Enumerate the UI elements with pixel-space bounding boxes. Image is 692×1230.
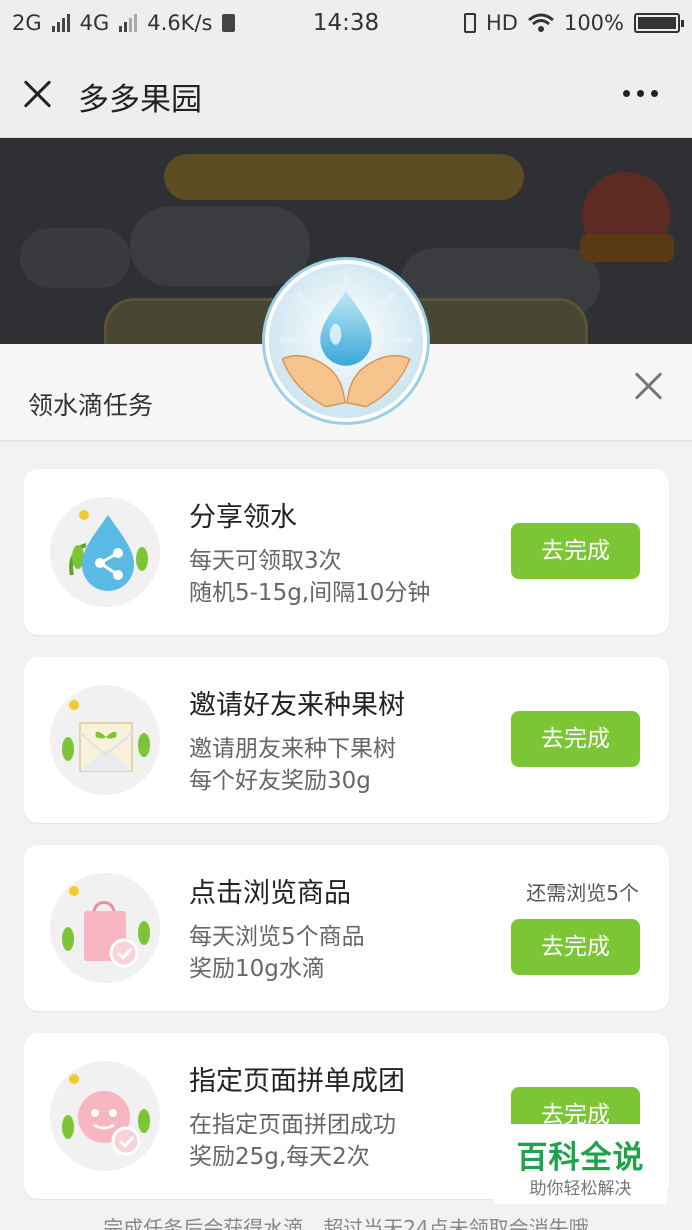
task-card: 邀请好友来种果树 邀请朋友来种下果树 每个好友奖励30g 去完成: [24, 657, 669, 823]
status-right: HD 100%: [463, 11, 684, 35]
task-description: 每个好友奖励30g: [189, 768, 371, 794]
task-card: 分享领水 每天可领取3次 随机5-15g,间隔10分钟 去完成: [24, 469, 669, 635]
remaining-count-note: 还需浏览5个: [526, 881, 639, 905]
complete-button[interactable]: 去完成: [511, 919, 640, 975]
water-drop-hands-icon: [265, 260, 427, 422]
task-description: 每天浏览5个商品: [189, 924, 365, 950]
task-description: 随机5-15g,间隔10分钟: [189, 580, 431, 606]
watermark-main: 百科全说: [516, 1140, 645, 1176]
task-title: 邀请好友来种果树: [189, 690, 405, 721]
more-icon[interactable]: [623, 90, 658, 97]
status-bar: 2G 4G 4.6K/s 14:38 HD 100%: [0, 0, 692, 48]
background-tag: [580, 234, 674, 262]
shopping-bag-icon: [50, 873, 160, 983]
task-description: 邀请朋友来种下果树: [189, 736, 396, 762]
background-cloud: [130, 206, 310, 286]
invite-envelope-icon: [50, 685, 160, 795]
watermark-logo: 百科全说 助你轻松解决: [494, 1124, 667, 1204]
battery-text: 100%: [563, 11, 624, 35]
battery-fill: [638, 17, 676, 29]
task-card: 点击浏览商品 每天浏览5个商品 奖励10g水滴 还需浏览5个 去完成: [24, 845, 669, 1011]
sheet-title: 领水滴任务: [28, 391, 154, 420]
task-description: 奖励25g,每天2次: [189, 1144, 370, 1170]
close-icon[interactable]: [632, 370, 664, 402]
share-drop-icon: [50, 497, 160, 607]
hd-label: HD: [485, 11, 518, 35]
page-title: 多多果园: [78, 82, 202, 118]
background-cloud: [20, 228, 130, 288]
background-banner: [164, 154, 524, 200]
task-title: 点击浏览商品: [189, 878, 351, 909]
task-description: 奖励10g水滴: [189, 956, 325, 982]
watermark-sub: 助你轻松解决: [529, 1179, 632, 1199]
battery-icon: [634, 13, 684, 33]
close-icon[interactable]: [20, 76, 56, 112]
wifi-icon: [527, 13, 554, 32]
task-title: 指定页面拼单成团: [189, 1066, 405, 1097]
task-description: 在指定页面拼团成功: [189, 1112, 396, 1138]
task-description: 每天可领取3次: [189, 548, 342, 574]
complete-button[interactable]: 去完成: [511, 711, 640, 767]
nav-bar: 多多果园: [0, 48, 692, 138]
task-title: 分享领水: [189, 502, 297, 533]
footer-note: 完成任务后会获得水滴，超过当天24点未领取会消失哦: [103, 1216, 589, 1230]
group-buy-icon: [50, 1061, 160, 1171]
vibrate-icon: [463, 13, 476, 33]
complete-button[interactable]: 去完成: [511, 523, 640, 579]
